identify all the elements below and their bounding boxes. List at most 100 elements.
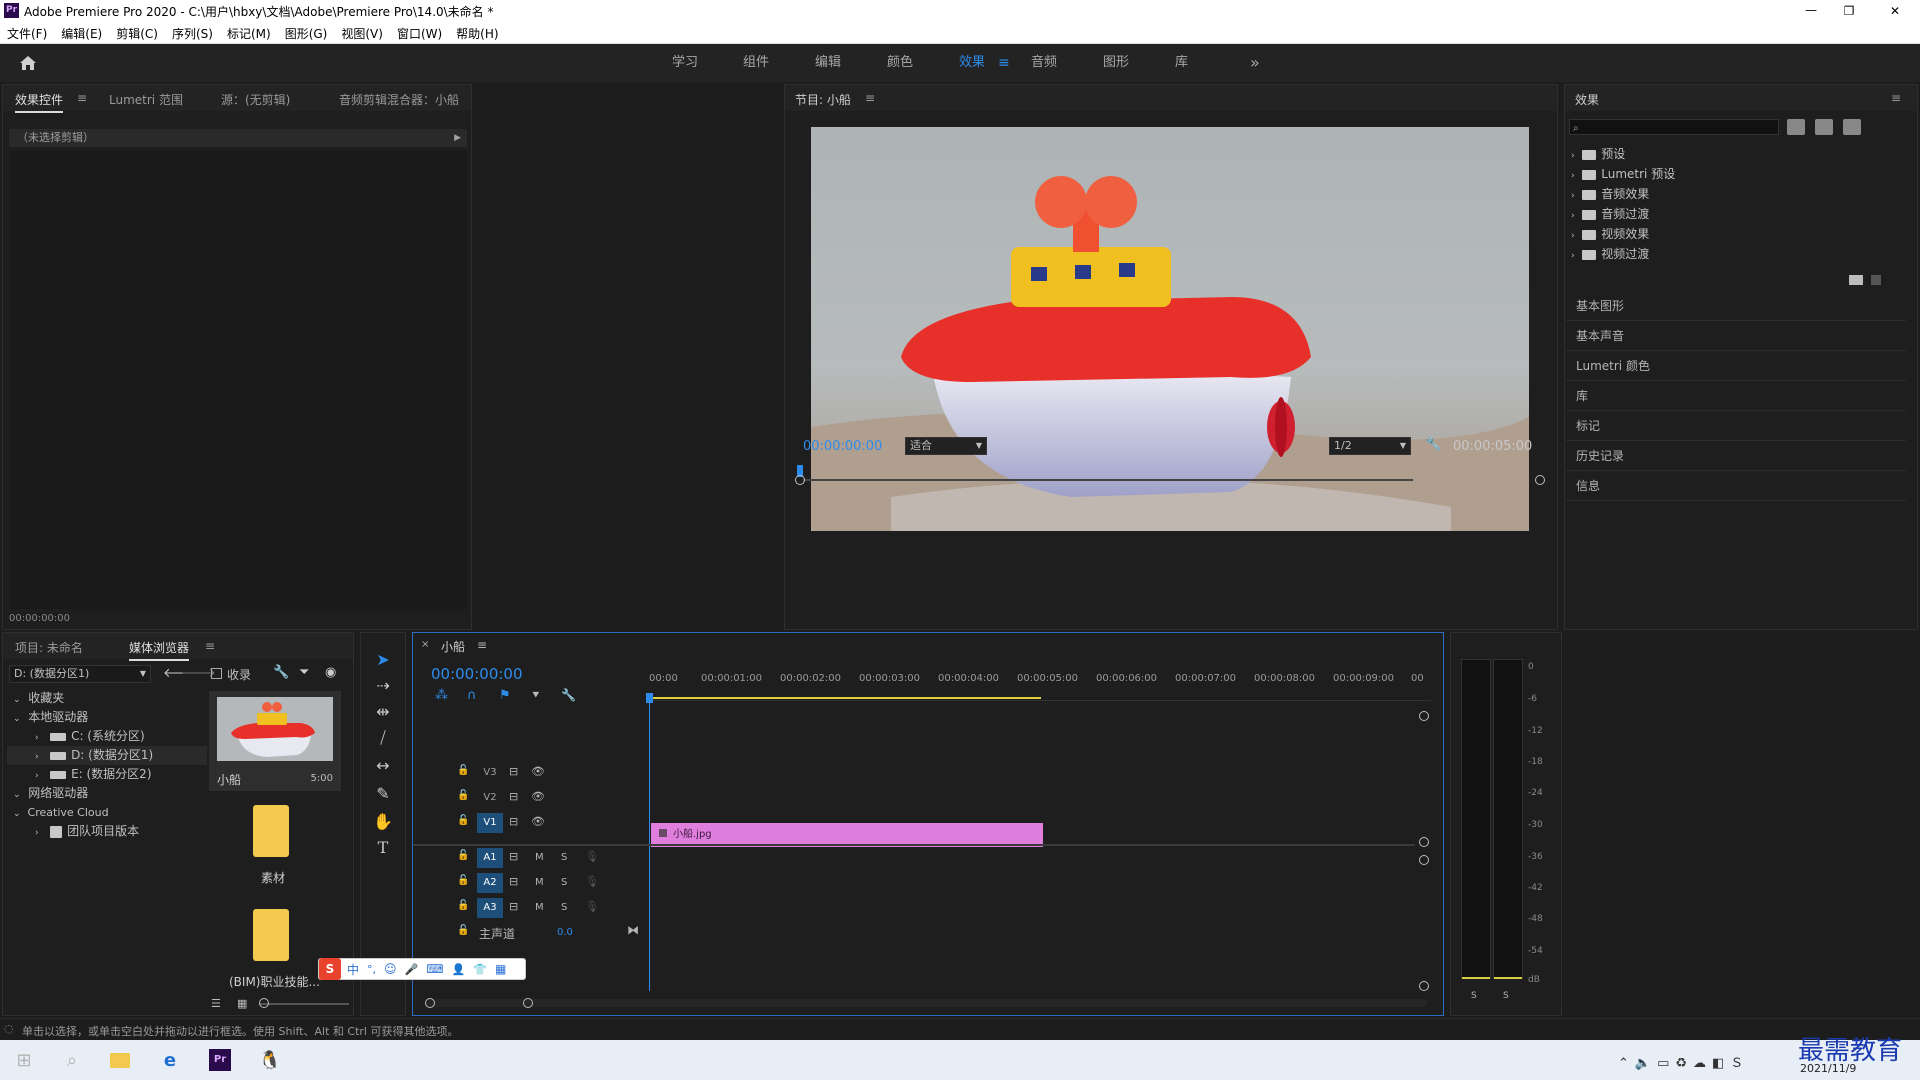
expand-arrow-icon[interactable]: ▶ <box>454 129 461 147</box>
solo-left-button[interactable]: S <box>1471 991 1477 1001</box>
media-item-folder-bim[interactable]: (BIM)职业技能... <box>209 899 341 999</box>
lock-icon[interactable]: 🔓 <box>457 815 469 826</box>
program-scrubber[interactable] <box>803 479 1413 481</box>
icon-view-icon[interactable]: ▦ <box>237 997 247 1010</box>
tray-icons[interactable]: ⌃🔈▭♻☁◧Ｓ <box>1618 1052 1749 1071</box>
premiere-taskbar-icon[interactable]: Pr <box>200 1040 240 1080</box>
track-label-v3[interactable]: V3 <box>477 763 503 783</box>
eye-icon[interactable]: 👁 <box>531 790 545 803</box>
track-divider[interactable] <box>413 844 1415 846</box>
tree-team-projects[interactable]: › 团队项目版本 <box>35 822 139 841</box>
vertical-scroll-handle-mid[interactable] <box>1419 837 1429 847</box>
timeline-ruler[interactable]: 00:00 00:00:01:00 00:00:02:00 00:00:03:0… <box>649 673 1431 701</box>
track-label-a2[interactable]: A2 <box>477 873 503 893</box>
solo-button[interactable]: S <box>561 852 567 863</box>
media-item-boat[interactable]: 小船 5:00 <box>209 691 341 791</box>
sync-lock-icon[interactable]: ⊟ <box>509 790 518 803</box>
section-lumetri-color[interactable]: Lumetri 颜色 <box>1566 351 1906 381</box>
tab-project[interactable]: 项目: 未命名 <box>15 639 83 656</box>
home-icon[interactable] <box>18 53 38 73</box>
search-icon[interactable]: ⌕ <box>52 1040 92 1080</box>
effects-title[interactable]: 效果 <box>1575 91 1599 108</box>
delete-icon[interactable] <box>1871 275 1881 285</box>
track-label-v1[interactable]: V1 <box>477 813 503 833</box>
drive-dropdown[interactable]: D: (数据分区1) ▼ <box>9 665 151 683</box>
menu-edit[interactable]: 编辑(E) <box>54 22 109 42</box>
sync-lock-icon[interactable]: ⊟ <box>509 765 518 778</box>
close-icon[interactable]: ✕ <box>1880 0 1910 22</box>
sync-lock-icon[interactable]: ⊟ <box>509 875 518 888</box>
tab-media-browser[interactable]: 媒体浏览器 <box>129 639 190 661</box>
file-explorer-icon[interactable] <box>100 1040 140 1080</box>
workspace-tab-effects[interactable]: 效果 <box>959 44 985 82</box>
section-info[interactable]: 信息 <box>1566 471 1906 501</box>
mute-button[interactable]: M <box>535 852 544 863</box>
zoom-handle-left[interactable] <box>425 998 435 1008</box>
tab-lumetri-scopes[interactable]: Lumetri 范围 <box>109 91 183 108</box>
lock-icon[interactable]: 🔓 <box>457 790 469 801</box>
wrench-icon[interactable]: 🔧 <box>1425 437 1441 452</box>
horizontal-zoom-scrollbar[interactable] <box>425 999 1427 1007</box>
go-to-edit-point-icon[interactable]: ⧓ <box>627 923 639 937</box>
zoom-slider-handle[interactable] <box>259 998 269 1008</box>
program-current-timecode[interactable]: 00:00:00:00 <box>803 439 882 454</box>
ime-skin[interactable]: 👕 <box>473 963 487 976</box>
effects-tree-video-transitions[interactable]: › 视频过渡 <box>1571 245 1649 264</box>
zoom-handle-right[interactable] <box>523 998 533 1008</box>
qq-icon[interactable]: 🐧 <box>250 1040 290 1080</box>
accelerated-effects-icon[interactable] <box>1787 119 1805 135</box>
snap-icon[interactable]: ∩ <box>467 688 477 703</box>
workspace-more-icon[interactable]: » <box>1250 44 1260 82</box>
slip-tool-icon[interactable]: ↔ <box>370 756 396 780</box>
lock-icon[interactable]: 🔓 <box>457 900 469 911</box>
workspace-tab-assembly[interactable]: 组件 <box>743 44 769 82</box>
lock-icon[interactable]: 🔓 <box>457 765 469 776</box>
sync-lock-icon[interactable]: ⊟ <box>509 815 518 828</box>
workspace-menu-icon[interactable]: ≡ <box>998 44 1010 82</box>
vertical-scroll-handle-mid2[interactable] <box>1419 855 1429 865</box>
menu-window[interactable]: 窗口(W) <box>390 22 449 42</box>
solo-right-button[interactable]: S <box>1503 991 1509 1001</box>
new-bin-icon[interactable] <box>1849 275 1863 285</box>
mute-button[interactable]: M <box>535 902 544 913</box>
nest-toggle-icon[interactable]: ⁂ <box>435 688 448 703</box>
section-libraries[interactable]: 库 <box>1566 381 1906 411</box>
menu-clip[interactable]: 剪辑(C) <box>109 22 165 42</box>
mic-icon[interactable]: 🎙 <box>585 850 599 863</box>
sync-lock-icon[interactable]: ⊟ <box>509 850 518 863</box>
timeline-close-icon[interactable]: × <box>421 639 429 650</box>
tree-drive-e[interactable]: › E: (数据分区2) <box>35 765 205 784</box>
add-marker-icon[interactable]: ⯆ <box>531 688 541 703</box>
tree-drive-c[interactable]: › C: (系统分区) <box>35 727 205 746</box>
workspace-tab-audio[interactable]: 音频 <box>1031 44 1057 82</box>
ripple-edit-tool-icon[interactable]: ⇹ <box>370 702 396 726</box>
hand-tool-icon[interactable]: ✋ <box>370 812 396 836</box>
effects-search-input[interactable]: ⌕ <box>1569 119 1779 135</box>
effects-tree-audio-effects[interactable]: › 音频效果 <box>1571 185 1649 204</box>
ime-toolbar[interactable]: S 中 °, ☺ 🎤 ⌨ 👤 👕 ▦ <box>318 958 526 980</box>
track-select-tool-icon[interactable]: ⇢ <box>370 676 396 700</box>
menu-file[interactable]: 文件(F) <box>0 22 54 42</box>
timeline-timecode[interactable]: 00:00:00:00 <box>431 665 523 683</box>
effects-tree-audio-transitions[interactable]: › 音频过渡 <box>1571 205 1649 224</box>
workspace-tab-libraries[interactable]: 库 <box>1175 44 1188 82</box>
tree-network-drives[interactable]: ⌄ 网络驱动器 <box>13 784 88 803</box>
menu-view[interactable]: 视图(V) <box>334 22 390 42</box>
tab-audio-clip-mixer[interactable]: 音频剪辑混合器：小船 <box>339 91 459 108</box>
effects-tree-presets[interactable]: › 预设 <box>1571 145 1625 164</box>
ingest-checkbox[interactable] <box>211 668 222 679</box>
project-menu-icon[interactable]: ≡ <box>205 639 215 653</box>
work-area-bar[interactable] <box>649 697 1041 699</box>
ime-voice[interactable]: 🎤 <box>405 963 419 976</box>
scrubber-start-handle[interactable] <box>795 475 805 485</box>
vertical-scroll-handle-top[interactable] <box>1419 711 1429 721</box>
workspace-tab-learn[interactable]: 学习 <box>672 44 698 82</box>
sync-lock-icon[interactable]: ⊟ <box>509 900 518 913</box>
mute-button[interactable]: M <box>535 877 544 888</box>
effects-menu-icon[interactable]: ≡ <box>1891 91 1901 105</box>
yuv-effects-icon[interactable] <box>1843 119 1861 135</box>
solo-button[interactable]: S <box>561 877 567 888</box>
tab-effect-controls[interactable]: 效果控件 <box>15 91 64 113</box>
panel-menu-icon[interactable]: ≡ <box>77 91 87 105</box>
restore-icon[interactable]: ❐ <box>1834 0 1864 22</box>
